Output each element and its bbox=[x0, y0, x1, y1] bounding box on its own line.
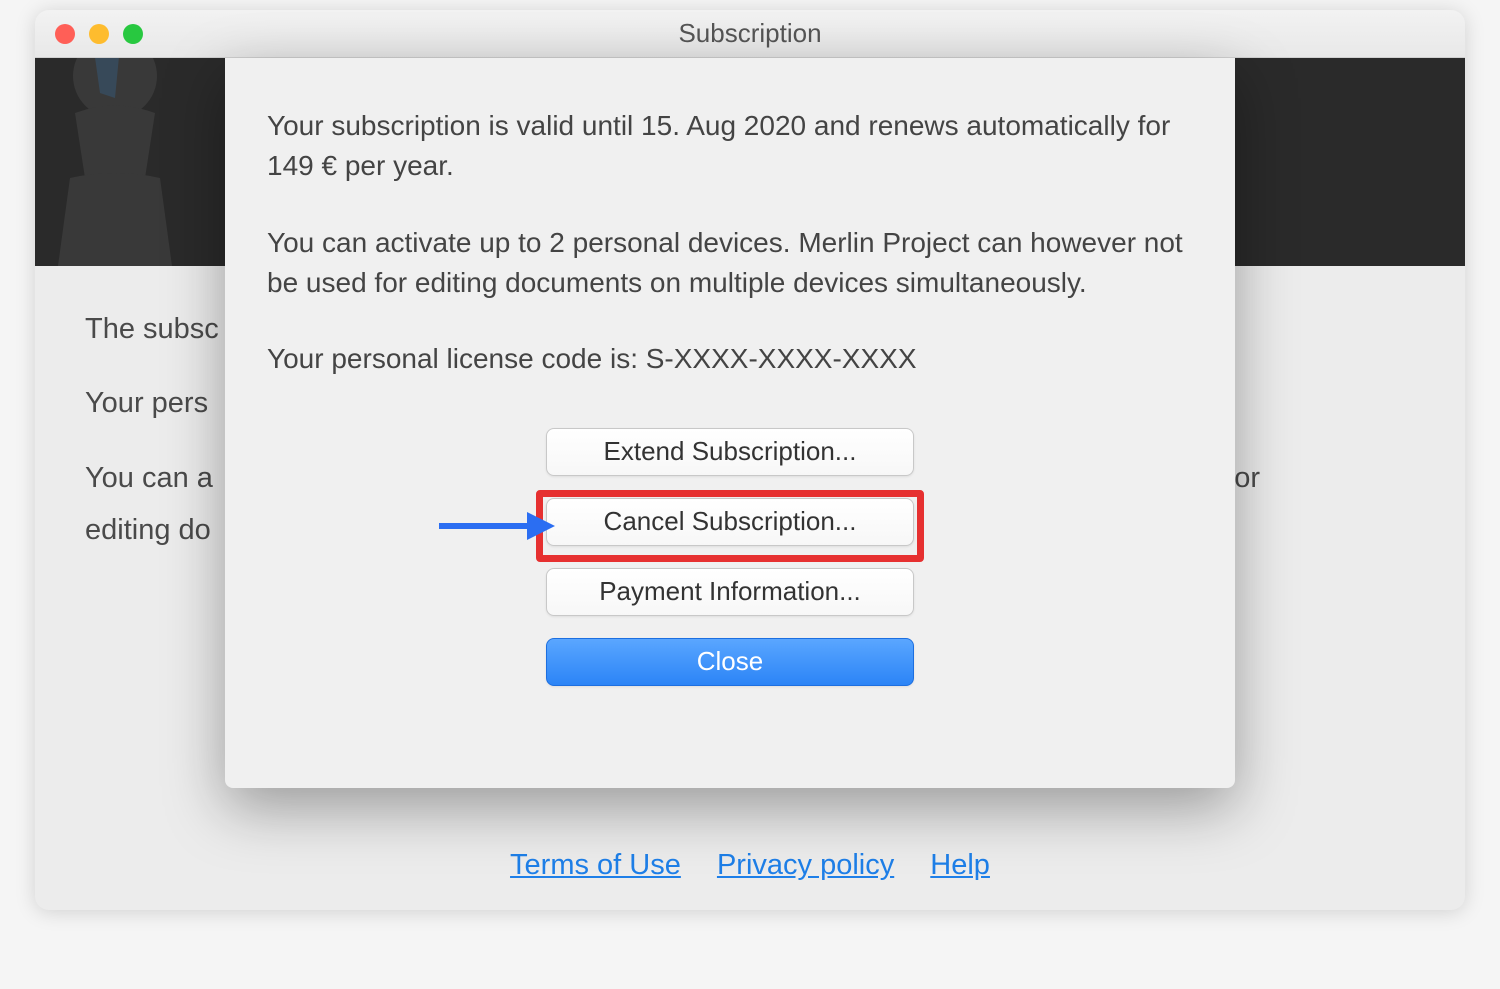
bg-text-2: Your pers bbox=[85, 387, 208, 419]
bg-text-4: editing do bbox=[85, 514, 211, 546]
cancel-subscription-button[interactable]: Cancel Subscription... bbox=[546, 498, 914, 546]
subscription-sheet: Your subscription is valid until 15. Aug… bbox=[225, 58, 1235, 788]
subscription-validity-text: Your subscription is valid until 15. Aug… bbox=[267, 106, 1193, 187]
bg-text-1: The subsc bbox=[85, 313, 219, 345]
window-title: Subscription bbox=[35, 18, 1465, 49]
window-maximize-button[interactable] bbox=[123, 24, 143, 44]
device-limit-text: You can activate up to 2 personal device… bbox=[267, 223, 1193, 304]
traffic-lights bbox=[55, 24, 143, 44]
terms-link[interactable]: Terms of Use bbox=[510, 849, 681, 881]
sheet-text: Your subscription is valid until 15. Aug… bbox=[267, 106, 1193, 380]
title-bar: Subscription bbox=[35, 10, 1465, 58]
button-stack: Extend Subscription... Cancel Subscripti… bbox=[267, 428, 1193, 686]
window-minimize-button[interactable] bbox=[89, 24, 109, 44]
payment-information-button[interactable]: Payment Information... bbox=[546, 568, 914, 616]
license-code-text: Your personal license code is: S-XXXX-XX… bbox=[267, 339, 1193, 379]
help-link[interactable]: Help bbox=[930, 849, 990, 881]
bg-text-3a: You can a bbox=[85, 455, 213, 501]
window-close-button[interactable] bbox=[55, 24, 75, 44]
annotation-arrow-icon bbox=[437, 508, 557, 544]
privacy-link[interactable]: Privacy policy bbox=[717, 849, 894, 881]
extend-subscription-button[interactable]: Extend Subscription... bbox=[546, 428, 914, 476]
footer-links: Terms of Use Privacy policy Help bbox=[35, 849, 1465, 882]
window-frame: Subscription The subsc Your pers You can… bbox=[35, 10, 1465, 910]
close-button[interactable]: Close bbox=[546, 638, 914, 686]
app-logo-icon bbox=[35, 58, 215, 266]
